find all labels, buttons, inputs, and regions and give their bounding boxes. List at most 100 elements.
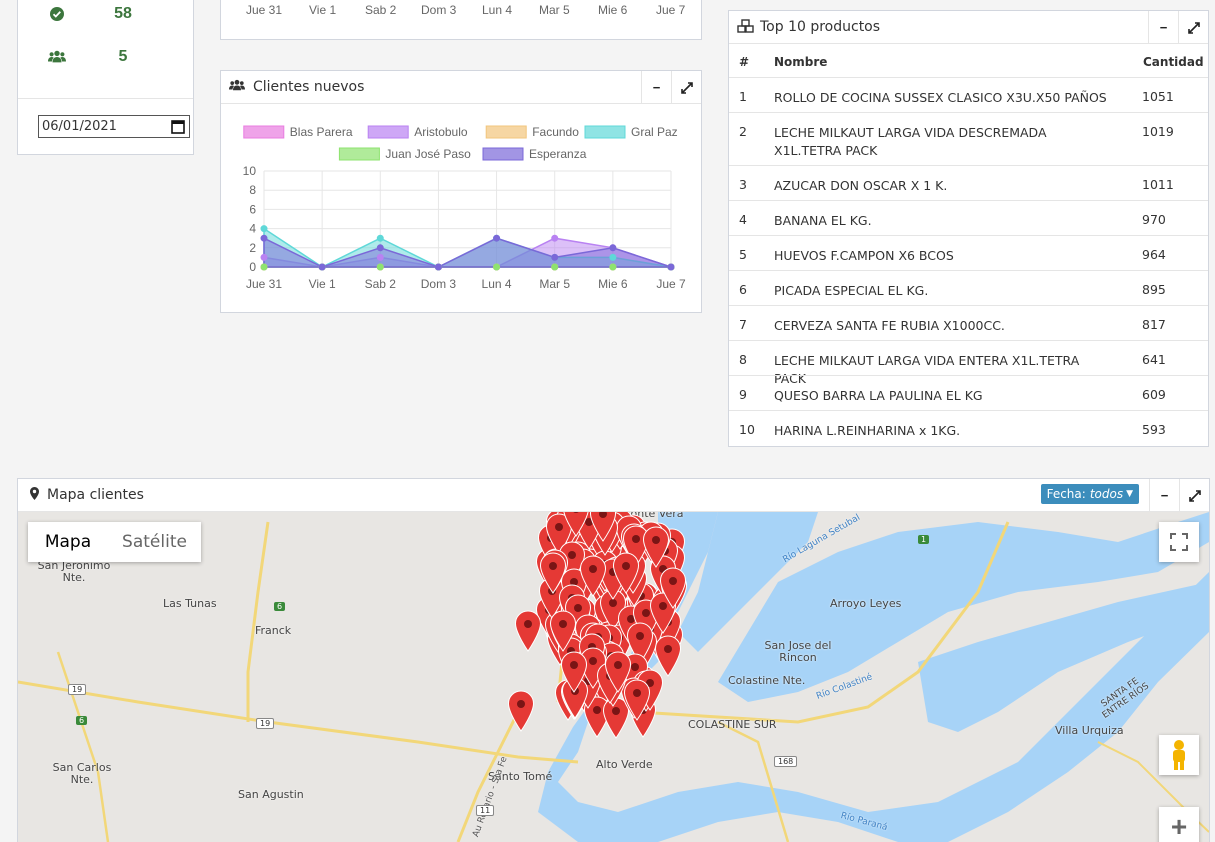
- route-shield: 168: [774, 756, 798, 767]
- area-series: [263, 236, 672, 268]
- row-cantidad: 817: [1142, 317, 1166, 332]
- legend-label: Juan José Paso: [385, 147, 471, 161]
- data-point: [376, 253, 384, 261]
- zoom-in-button[interactable]: +: [1159, 807, 1199, 842]
- date-input[interactable]: 06/01/2021: [38, 115, 190, 138]
- map-marker-pin[interactable]: [549, 610, 577, 652]
- expand-icon: [1187, 21, 1200, 34]
- row-index: 1: [739, 89, 747, 104]
- expand-button[interactable]: [1179, 479, 1209, 512]
- row-index: 4: [739, 212, 747, 227]
- col-header-nombre: Nombre: [774, 55, 828, 69]
- y-tick-label: 4: [249, 222, 256, 236]
- x-tick-label: Jue 31: [246, 3, 283, 17]
- row-cantidad: 1019: [1142, 124, 1174, 139]
- row-cantidad: 1051: [1142, 89, 1174, 104]
- row-nombre: ROLLO DE COCINA SUSSEX CLASICO X3U.X50 P…: [774, 90, 1107, 105]
- table-row: 6 PICADA ESPECIAL EL KG. 895: [729, 270, 1208, 305]
- place-label: Alto Verde: [596, 758, 653, 771]
- stat-row-completed: 58: [18, 4, 193, 24]
- road: [56, 651, 110, 842]
- stats-box: 58 5 06/01/2021: [17, 0, 194, 155]
- table-row: 10 HARINA L.REINHARINA x 1KG. 593: [729, 410, 1208, 445]
- top-chart-box: Jue 31 Vie 1 Sab 2 Dom 3 Lun 4 Mar 5 Mie…: [220, 0, 702, 40]
- tab-satelite[interactable]: Satélite: [108, 532, 201, 552]
- row-nombre: HUEVOS F.CAMPON X6 BCOS: [774, 248, 954, 263]
- collapse-button[interactable]: −: [1148, 11, 1178, 44]
- clientes-nuevos-box: Clientes nuevos − Blas Parera Aristobulo F…: [220, 70, 702, 313]
- x-tick-label: Sab 2: [365, 3, 397, 17]
- route-shield: 6: [274, 602, 286, 611]
- y-tick-label: 10: [243, 164, 257, 178]
- row-cantidad: 1011: [1142, 177, 1174, 192]
- row-nombre: QUESO BARRA LA PAULINA EL KG: [774, 388, 983, 403]
- collapse-button[interactable]: −: [1149, 479, 1179, 512]
- map-marker-pin[interactable]: [589, 512, 617, 542]
- map-marker-pin[interactable]: [604, 651, 632, 693]
- map-marker-pin[interactable]: [560, 651, 588, 694]
- x-tick-label: Mar 5: [539, 3, 570, 17]
- map-marker-pin[interactable]: [514, 610, 542, 652]
- data-point: [376, 234, 384, 242]
- expand-icon: [680, 81, 693, 94]
- row-index: 8: [739, 352, 747, 367]
- x-tick-label: Mie 6: [598, 277, 628, 291]
- table-header: # Nombre Cantidad: [729, 45, 1208, 77]
- data-point: [609, 263, 617, 271]
- legend-label: Gral Paz: [631, 125, 678, 139]
- row-cantidad: 641: [1142, 352, 1166, 367]
- map-marker-pin[interactable]: [659, 567, 687, 609]
- table-row: 7 CERVEZA SANTA FE RUBIA X1000CC. 817: [729, 305, 1208, 340]
- place-label: Las Tunas: [163, 597, 217, 610]
- top-productos-box: Top 10 productos − # Nombre Cantidad 1 RO…: [728, 10, 1209, 447]
- data-point: [318, 263, 326, 271]
- row-index: 7: [739, 317, 747, 332]
- map-marker-pin[interactable]: [612, 552, 640, 595]
- map-marker-pin[interactable]: [642, 526, 670, 569]
- table-row: 2 LECHE MILKAUT LARGA VIDA DESCREMADA X1L…: [729, 112, 1208, 165]
- row-index: 9: [739, 387, 747, 402]
- route-shield: 19: [256, 718, 275, 729]
- place-label: Colastine Nte.: [728, 674, 806, 687]
- expand-button[interactable]: [1178, 11, 1208, 44]
- x-tick-label: Mie 6: [598, 3, 628, 17]
- map-marker-pin[interactable]: [579, 555, 607, 597]
- street-view-button[interactable]: [1159, 735, 1199, 775]
- fecha-label: Fecha:: [1046, 487, 1086, 501]
- route-shield: 11: [476, 805, 495, 816]
- map-marker-pin[interactable]: [562, 512, 590, 537]
- place-label: COLASTINE SUR: [688, 718, 777, 731]
- data-point: [260, 263, 268, 271]
- data-point: [376, 244, 384, 252]
- map-marker-pin[interactable]: [654, 635, 682, 677]
- legend-swatch: [338, 147, 380, 161]
- box-title: Top 10 productos: [760, 19, 881, 35]
- row-nombre: BANANA EL KG.: [774, 213, 872, 228]
- expand-button[interactable]: [671, 71, 701, 104]
- collapse-button[interactable]: −: [641, 71, 671, 104]
- x-tick-label: Mar 5: [539, 277, 570, 291]
- tab-mapa[interactable]: Mapa: [28, 532, 108, 552]
- row-index: 10: [739, 422, 755, 437]
- row-cantidad: 593: [1142, 422, 1166, 437]
- fecha-filter-button[interactable]: Fecha: todos ▼: [1040, 484, 1139, 504]
- map-marker-pin[interactable]: [507, 690, 535, 732]
- x-tick-label: Lun 4: [482, 3, 513, 17]
- fullscreen-button[interactable]: [1159, 522, 1199, 562]
- route-shield: 1: [918, 535, 930, 544]
- table-row: 9 QUESO BARRA LA PAULINA EL KG 609: [729, 375, 1208, 410]
- row-nombre: PICADA ESPECIAL EL KG.: [774, 283, 929, 298]
- legend-label: Blas Parera: [290, 125, 353, 139]
- place-label: Arroyo Leyes: [830, 597, 902, 610]
- row-cantidad: 970: [1142, 212, 1166, 227]
- divider: [18, 98, 193, 99]
- caret-down-icon: ▼: [1126, 489, 1133, 499]
- row-index: 2: [739, 124, 747, 139]
- x-tick-label: Vie 1: [309, 3, 337, 17]
- calendar-icon[interactable]: [171, 119, 185, 138]
- plus-icon: +: [1170, 811, 1188, 842]
- map-canvas[interactable]: Monte Vera San Jeronimo Nte. Las Tunas Fran…: [18, 512, 1209, 842]
- x-tick-label: Lun 4: [482, 277, 512, 291]
- box-title: Clientes nuevos: [253, 79, 365, 95]
- data-point: [493, 263, 501, 271]
